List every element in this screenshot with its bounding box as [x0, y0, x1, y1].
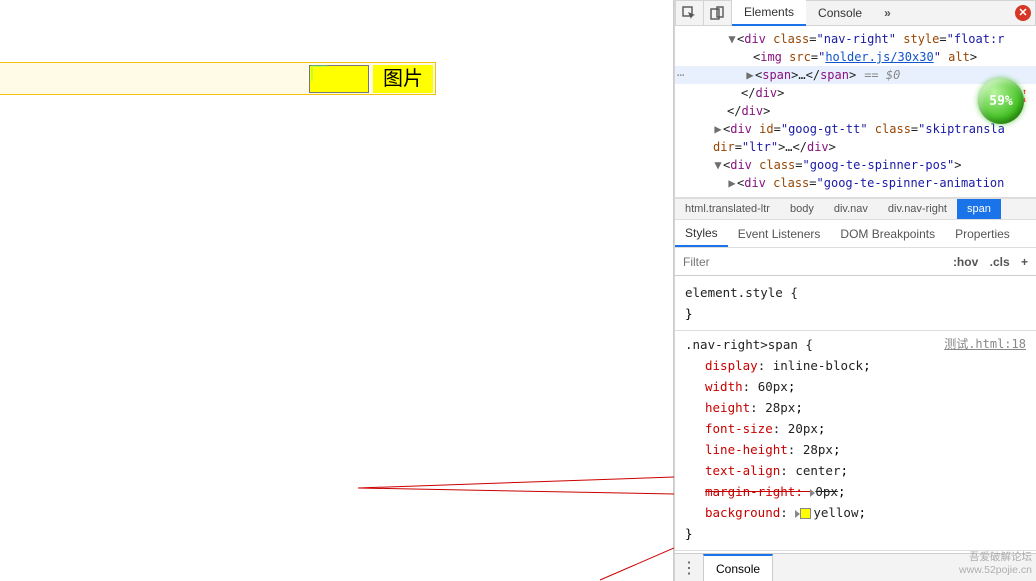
css-prop[interactable]: display: inline-block; [685, 355, 1026, 376]
crumb-active[interactable]: span [957, 199, 1001, 219]
dom-node[interactable]: ▶<div class="goog-te-spinner-animation [687, 174, 1036, 192]
device-toggle-icon[interactable] [704, 0, 732, 26]
new-rule-button[interactable]: + [1021, 255, 1028, 269]
css-prop-overridden[interactable]: margin-right: 0px; [685, 481, 1026, 502]
drawer-tab-console[interactable]: Console [703, 554, 773, 581]
styles-tabbar: Styles Event Listeners DOM Breakpoints P… [675, 220, 1036, 248]
tab-elements[interactable]: Elements [732, 0, 806, 26]
rule-source-link[interactable]: 测试.html:18 [944, 334, 1026, 355]
tabs-overflow-icon[interactable]: » [874, 6, 901, 20]
styles-pane[interactable]: element.style { } 测试.html:18 .nav-right>… [675, 276, 1036, 553]
error-badge[interactable]: ✕ [1015, 5, 1031, 21]
rule-element-style[interactable]: element.style { [685, 282, 1026, 303]
rule-selector[interactable]: .nav-right>span { [685, 337, 813, 352]
dom-node-selected[interactable]: ▶<span>…</span>== $0 [675, 66, 1036, 84]
cls-toggle[interactable]: .cls [990, 255, 1010, 269]
crumb[interactable]: div.nav-right [878, 199, 957, 219]
hov-toggle[interactable]: :hov [953, 255, 978, 269]
crumb[interactable]: body [780, 199, 824, 219]
styles-filter-input[interactable] [683, 255, 945, 269]
subtab-event-listeners[interactable]: Event Listeners [728, 220, 831, 247]
tab-console[interactable]: Console [806, 0, 874, 26]
nav-label: 图片 [373, 65, 433, 93]
subtab-styles[interactable]: Styles [675, 220, 728, 247]
nav-right: 图片 [309, 64, 435, 94]
rendered-page: 图片 [0, 0, 674, 581]
brace-close: } [685, 303, 1026, 324]
devtools-toolbar: Elements Console » ✕ [675, 0, 1036, 26]
devtools-panel[interactable]: Elements Console » ✕ ▼<div class="nav-ri… [674, 0, 1036, 581]
drawer-menu-icon[interactable]: ⋮ [675, 558, 703, 578]
dom-node[interactable]: ▼<div class="nav-right" style="float:r [687, 30, 1036, 48]
dom-node[interactable]: dir="ltr">…</div> [687, 138, 1036, 156]
badge-arrows-icon: ↑↓ [1022, 88, 1027, 104]
broken-image-icon [309, 65, 369, 93]
crumb[interactable]: html.translated-ltr [675, 199, 780, 219]
subtab-dom-breakpoints[interactable]: DOM Breakpoints [830, 220, 945, 247]
css-prop[interactable]: height: 28px; [685, 397, 1026, 418]
css-prop[interactable]: line-height: 28px; [685, 439, 1026, 460]
breadcrumb-bar: html.translated-ltr body div.nav div.nav… [675, 198, 1036, 220]
color-swatch[interactable] [800, 508, 811, 519]
console-drawer: ⋮ Console [675, 553, 1036, 581]
css-prop[interactable]: width: 60px; [685, 376, 1026, 397]
css-prop[interactable]: text-align: center; [685, 460, 1026, 481]
dom-node[interactable]: ▶<div id="goog-gt-tt" class="skiptransla [687, 120, 1036, 138]
percent-badge[interactable]: 59% ↑↓ [978, 78, 1024, 124]
subtab-properties[interactable]: Properties [945, 220, 1020, 247]
dom-node[interactable]: ▼<div class="goog-te-spinner-pos"> [687, 156, 1036, 174]
crumb[interactable]: div.nav [824, 199, 878, 219]
dom-node[interactable]: <img src="holder.js/30x30" alt> [687, 48, 1036, 66]
css-prop[interactable]: background: yellow; [685, 502, 1026, 523]
inspect-icon[interactable] [676, 0, 704, 26]
styles-filter-row: :hov .cls + [675, 248, 1036, 276]
brace-close: } [685, 523, 1026, 544]
nav-container: 图片 [0, 62, 436, 95]
css-prop[interactable]: font-size: 20px; [685, 418, 1026, 439]
